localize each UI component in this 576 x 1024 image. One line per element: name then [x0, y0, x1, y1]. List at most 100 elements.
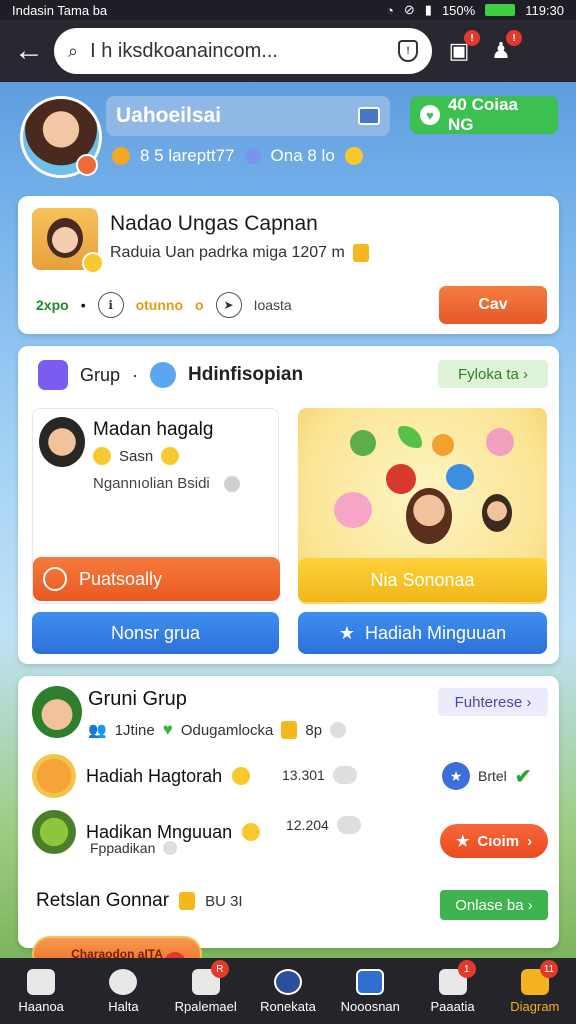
reward-row-value: 12.204: [286, 816, 361, 834]
group-secondary-button[interactable]: Nonsr grua: [32, 612, 279, 654]
chevron-icon: [330, 722, 347, 738]
card-subtitle: Raduia Uan padrka miga 1207 m: [110, 244, 369, 262]
coin-icon: [281, 721, 298, 739]
card-subtitle-text: Raduia Uan padrka miga 1207 m: [110, 244, 345, 261]
chevron-right-icon: ›: [527, 832, 533, 850]
gem-icon: [244, 148, 261, 164]
coin-icon: [179, 892, 196, 910]
gear-icon: [109, 968, 138, 995]
star-badge-icon: ★: [442, 762, 470, 790]
reward-row-weekly[interactable]: Hadiah Hagtorah: [32, 754, 251, 798]
member-action-button[interactable]: Puatsoally: [33, 557, 280, 601]
rewards-title: Gruni Grup: [88, 688, 187, 710]
profile-header: Uahoeilsai ♥ 40 Coiaa NG 8 5 lareptt77 O…: [0, 82, 576, 192]
chat-icon: [332, 766, 357, 784]
stats-a: 8 5 lareptt77: [140, 146, 235, 165]
member-name: Madan hagalg: [93, 419, 214, 440]
tab-settings[interactable]: Halta: [82, 958, 164, 1024]
group-link[interactable]: Fyloka ta ›: [438, 360, 548, 388]
featured-card: Nadao Ungas Capnan Raduia Uan padrka mig…: [18, 196, 559, 334]
pets-panel[interactable]: Nia Sononaa: [298, 408, 547, 604]
pet-icon: [486, 428, 514, 456]
tabs-icon[interactable]: ▣!: [444, 30, 480, 66]
rewards-sub: 👥 1Jtine ♥ Odugamlocka 8p: [88, 720, 347, 740]
separator-dot: ·: [132, 364, 139, 385]
group-title: Hdinfisopian: [188, 364, 304, 385]
avatar: [39, 417, 85, 467]
tab-explore[interactable]: Ronekata: [247, 958, 329, 1024]
bottom-tab-bar: Haanoa Halta R Rpalemael Ronekata Nooosn…: [0, 958, 576, 1024]
card-action-button[interactable]: Cav: [439, 286, 547, 324]
tab-messages[interactable]: Nooosnan: [329, 958, 411, 1024]
tab-label: Nooosnan: [340, 998, 400, 1014]
profile-name-box[interactable]: Uahoeilsai: [106, 96, 390, 136]
member-action-label: Puatsoally: [79, 568, 163, 589]
pets-action-button[interactable]: Nia Sononaa: [298, 558, 547, 602]
shield-icon[interactable]: !: [398, 40, 418, 62]
claim-label: Cıoim: [477, 832, 520, 850]
character-icon: [482, 494, 512, 532]
fire-icon: [112, 147, 130, 165]
tag-row: 2xpo • ℹ otunno o ➤ Ioasta: [36, 292, 292, 318]
tab-label: Diagram: [510, 998, 560, 1014]
tab-badge: 1: [457, 960, 476, 978]
member-sub: Sasn: [93, 447, 180, 465]
coins-button[interactable]: ♥ 40 Coiaa NG: [410, 95, 558, 134]
reward-row-general[interactable]: Retslan Gonnar BU 3I: [36, 890, 243, 912]
url-field[interactable]: ⌕ I h iksdkoanaincom... !: [54, 28, 432, 74]
rewards-sub-c: 8p: [305, 721, 323, 739]
chevron-icon: [223, 475, 240, 492]
tab-gifts[interactable]: 1 Paaatia: [411, 958, 493, 1024]
tab-label: Paaatia: [430, 998, 475, 1014]
tab-program[interactable]: 11 Diagram: [494, 958, 576, 1024]
coin-icon: [232, 767, 251, 785]
star-icon: ★: [455, 833, 470, 850]
people-icon: 👥: [88, 722, 107, 739]
weekly-reward-label: Hadiah Minguuan: [365, 622, 507, 643]
claim-button[interactable]: ★ Cıoim ›: [440, 824, 548, 858]
leaf-icon: [398, 426, 422, 448]
avatar[interactable]: [32, 686, 82, 738]
tab-label: Haanoa: [18, 998, 64, 1014]
share-icon[interactable]: ➤: [215, 292, 242, 318]
coin-icon: [344, 147, 363, 165]
info-icon[interactable]: ℹ: [97, 292, 124, 318]
status-bar: Indasin Tama ba ◔ ⊘ ▮ 150% 119:30: [0, 0, 576, 20]
crown-icon: [93, 447, 111, 465]
member-sub-text: Sasn: [119, 447, 154, 465]
avatar-face: [47, 218, 83, 258]
pet-icon: [386, 464, 416, 494]
coin-icon: [352, 244, 369, 262]
reward-row-sub: Fppadikan: [90, 840, 178, 856]
search-icon: ⌕: [68, 40, 79, 61]
browser-toolbar: ← ⌕ I h iksdkoanaincom... ! ▣! ♟!: [0, 20, 576, 82]
rewards-link-label: Fuhterese: [454, 693, 523, 711]
tab-badge: R: [210, 960, 229, 978]
clock: 119:30: [525, 2, 564, 18]
mute-icon: ⊘: [403, 2, 415, 17]
chat-icon: [336, 816, 361, 834]
arrow-left-icon[interactable]: ←: [14, 36, 44, 66]
verified-badge-icon: [82, 252, 104, 274]
reward-row-label: Retslan Gonnar: [36, 890, 170, 911]
avatar[interactable]: [32, 208, 104, 274]
reward-row-label: Hadiah Hagtorah: [86, 765, 223, 786]
bell-icon[interactable]: ♟!: [486, 30, 522, 66]
notification-dot: !: [464, 30, 480, 46]
tab-home[interactable]: Haanoa: [0, 958, 82, 1024]
rewards-sub-a: 1Jtine: [114, 721, 155, 739]
message-icon: [356, 968, 385, 995]
rewards-link[interactable]: Fuhterese ›: [438, 688, 548, 716]
reward-value-text: BU 3I: [205, 892, 243, 910]
home-icon: [27, 968, 56, 995]
online-button[interactable]: Onlase ba ›: [440, 890, 548, 920]
member-panel[interactable]: Madan hagalg Sasn Ngannıolian Bsidi Puat…: [32, 408, 280, 604]
reward-value-text: 13.301: [282, 767, 325, 783]
weekly-reward-button[interactable]: ★ Hadiah Minguuan: [298, 612, 547, 654]
tab-edit[interactable]: R Rpalemael: [165, 958, 247, 1024]
group-icon: [38, 360, 68, 390]
star-icon: ★: [338, 622, 356, 643]
tag-level: 2xpo: [36, 297, 69, 313]
chevron-icon: [163, 841, 178, 855]
separator-dot: •: [80, 297, 86, 313]
